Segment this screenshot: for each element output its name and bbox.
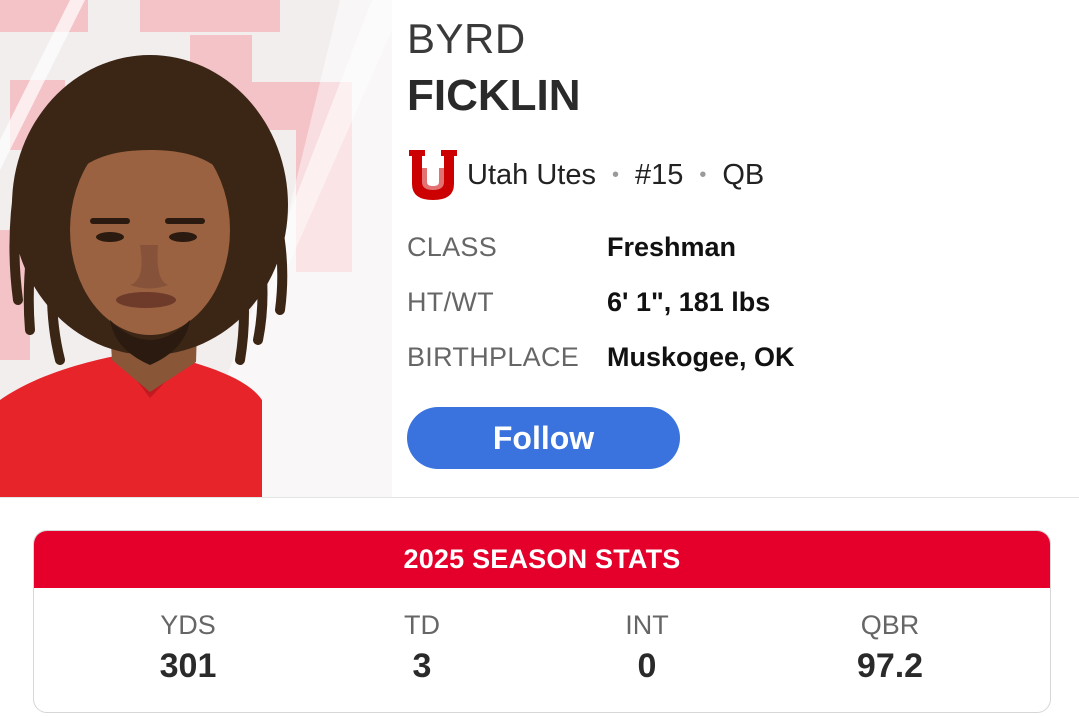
separator-dot: • xyxy=(611,163,619,186)
player-last-name: FICKLIN xyxy=(407,71,581,120)
stat-td: TD 3 xyxy=(322,607,522,687)
season-stats-title: 2025 SEASON STATS xyxy=(34,531,1050,588)
team-info-row: Utah Utes • #15 • QB xyxy=(407,148,764,202)
stat-value: 0 xyxy=(637,647,657,685)
info-label: BIRTHPLACE xyxy=(407,341,580,372)
info-value: Freshman xyxy=(607,231,737,262)
section-divider xyxy=(0,497,1079,498)
info-row-height-weight: HT/WT 6' 1", 181 lbs xyxy=(407,282,770,322)
stat-value: 3 xyxy=(412,647,432,685)
follow-button[interactable]: Follow xyxy=(407,407,680,469)
stat-value: 97.2 xyxy=(856,647,924,685)
utah-block-u-logo-icon[interactable] xyxy=(407,148,459,202)
player-headshot xyxy=(0,0,392,497)
jersey-number: #15 xyxy=(634,158,684,191)
stat-yds: YDS 301 xyxy=(88,607,288,687)
info-row-birthplace: BIRTHPLACE Muskogee, OK xyxy=(407,337,795,377)
stat-label: INT xyxy=(625,610,669,640)
team-name-link[interactable]: Utah Utes xyxy=(467,159,596,192)
info-label: CLASS xyxy=(407,231,498,262)
separator-dot: • xyxy=(699,163,707,186)
stat-label: TD xyxy=(404,610,440,640)
stat-label: QBR xyxy=(860,610,920,640)
stat-int: INT 0 xyxy=(547,607,747,687)
stat-value: 301 xyxy=(159,647,217,685)
player-position: QB xyxy=(722,158,765,191)
info-value: 6' 1", 181 lbs xyxy=(607,286,771,317)
stat-label: YDS xyxy=(160,610,216,640)
info-label: HT/WT xyxy=(407,286,494,317)
info-row-class: CLASS Freshman xyxy=(407,227,736,267)
stat-qbr: QBR 97.2 xyxy=(790,607,990,687)
player-hero: BYRD FICKLIN Utah Utes • #15 • QB CLASS … xyxy=(0,0,1079,497)
season-stats-card: 2025 SEASON STATS YDS 301 TD 3 INT 0 QBR… xyxy=(33,530,1051,713)
info-value: Muskogee, OK xyxy=(607,341,795,372)
player-first-name: BYRD xyxy=(407,15,526,62)
